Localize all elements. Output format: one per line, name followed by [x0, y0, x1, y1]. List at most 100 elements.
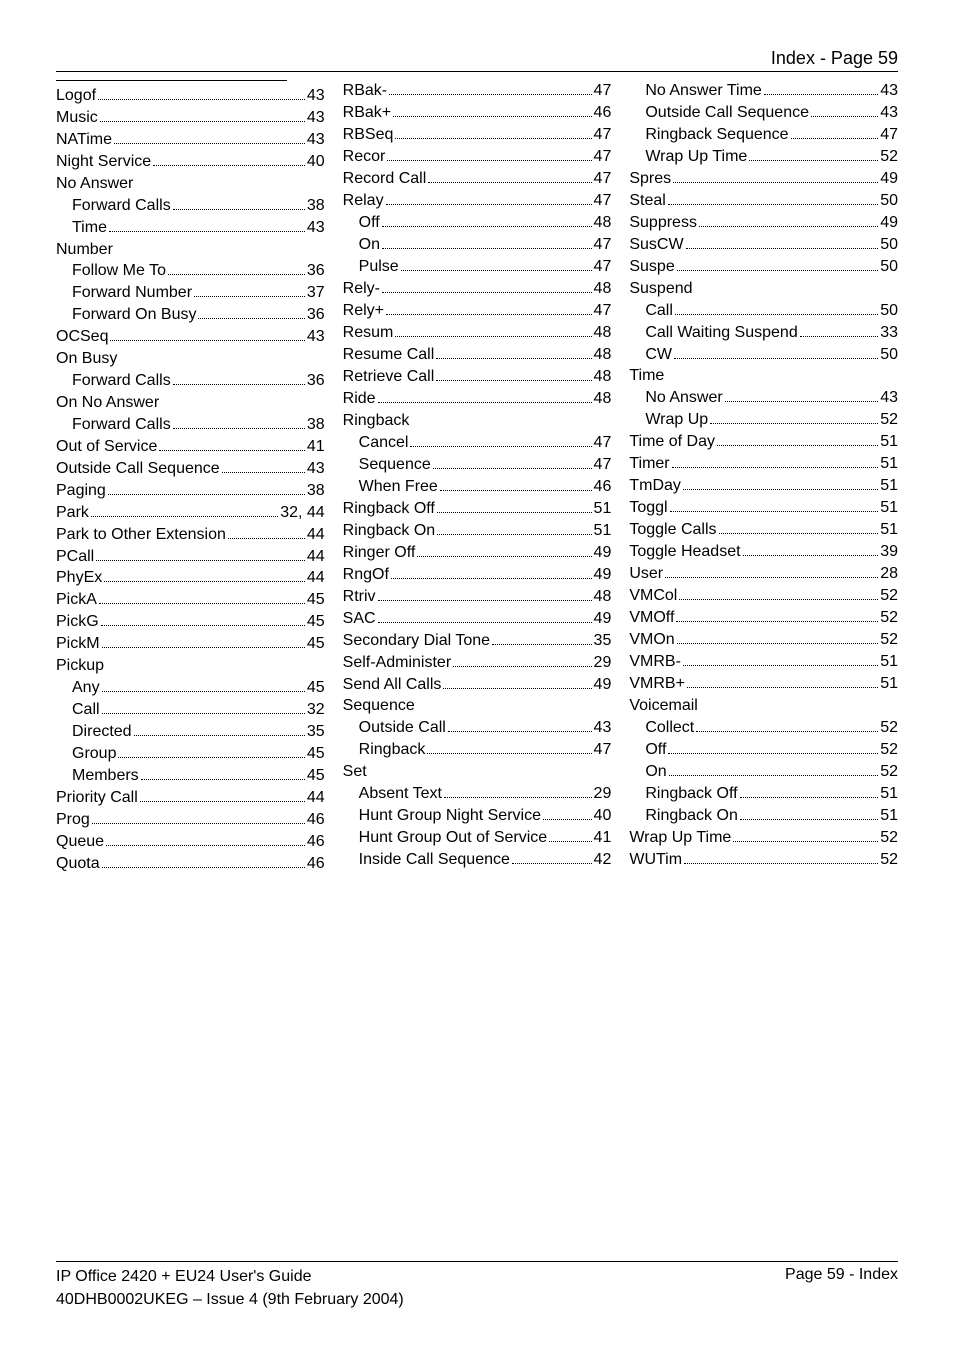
leader-dots	[665, 563, 878, 578]
leader-dots	[173, 370, 305, 385]
index-entry: User28	[629, 563, 898, 585]
leader-dots	[389, 80, 591, 95]
index-entry-label: Ringback	[359, 739, 426, 761]
leader-dots	[222, 457, 305, 472]
index-entry: Absent Text29	[343, 782, 612, 804]
index-entry-label: User	[629, 563, 663, 585]
index-entry-page: 52	[880, 827, 898, 849]
leader-dots	[672, 453, 879, 468]
index-entry: Forward Calls36	[56, 370, 325, 392]
index-entry-page: 51	[880, 453, 898, 475]
index-entry-label: Suppress	[629, 212, 697, 234]
index-entry-label: Off	[359, 212, 380, 234]
index-entry-page: 43	[594, 717, 612, 739]
leader-dots	[393, 102, 591, 117]
index-entry-page: 50	[880, 300, 898, 322]
index-entry: Any45	[56, 677, 325, 699]
index-entry: VMCol52	[629, 585, 898, 607]
index-entry-label: TmDay	[629, 475, 681, 497]
leader-dots	[740, 782, 879, 797]
index-entry-label: OCSeq	[56, 326, 108, 348]
index-entry-page: 51	[594, 498, 612, 520]
index-entry: VMRB+51	[629, 673, 898, 695]
leader-dots	[378, 607, 592, 622]
leader-dots	[98, 85, 305, 100]
index-heading: Voicemail	[629, 695, 898, 717]
index-entry-label: Time	[72, 217, 107, 239]
index-entry-label: Toggle Calls	[629, 519, 716, 541]
index-entry-label: Ringer Off	[343, 542, 416, 564]
index-entry-page: 49	[880, 168, 898, 190]
index-entry: Park to Other Extension44	[56, 523, 325, 545]
index-entry: Retrieve Call48	[343, 366, 612, 388]
index-entry-label: SusCW	[629, 234, 683, 256]
leader-dots	[749, 146, 878, 161]
index-entry: Group45	[56, 743, 325, 765]
index-entry-page: 48	[594, 322, 612, 344]
leader-dots	[436, 366, 591, 381]
index-entry: Forward On Busy36	[56, 304, 325, 326]
index-entry-label: Timer	[629, 453, 669, 475]
index-entry: Forward Number37	[56, 282, 325, 304]
index-entry-page: 45	[307, 743, 325, 765]
leader-dots	[668, 190, 878, 205]
index-entry-label: Ringback Off	[645, 783, 737, 805]
index-entry-page: 52	[880, 585, 898, 607]
index-entry: Suspe50	[629, 256, 898, 278]
index-heading: No Answer	[56, 173, 325, 195]
leader-dots	[134, 721, 305, 736]
leader-dots	[668, 738, 878, 753]
index-entry-label: Time of Day	[629, 431, 715, 453]
index-entry: No Answer Time43	[629, 80, 898, 102]
index-entry: Queue46	[56, 831, 325, 853]
index-entry-label: Any	[72, 677, 100, 699]
leader-dots	[436, 344, 591, 359]
leader-dots	[114, 129, 305, 144]
index-entry: Priority Call44	[56, 787, 325, 809]
index-entry-page: 48	[594, 344, 612, 366]
index-entry-label: Outside Call	[359, 717, 446, 739]
index-entry-page: 48	[594, 278, 612, 300]
index-entry-label: PCall	[56, 546, 94, 568]
leader-dots	[101, 611, 305, 626]
index-heading: Time	[629, 365, 898, 387]
leader-dots	[106, 831, 305, 846]
index-entry: Rtriv48	[343, 585, 612, 607]
index-entry-page: 52	[880, 146, 898, 168]
index-entry-label: PickM	[56, 633, 100, 655]
index-entry-label: WUTim	[629, 849, 682, 871]
leader-dots	[427, 739, 591, 754]
index-entry: Relay47	[343, 190, 612, 212]
index-entry-label: Forward On Busy	[72, 304, 196, 326]
footer-title: IP Office 2420 + EU24 User's Guide	[56, 1266, 404, 1288]
index-entry: Self-Administer29	[343, 651, 612, 673]
index-entry: Secondary Dial Tone35	[343, 629, 612, 651]
index-entry-page: 42	[594, 849, 612, 871]
leader-dots	[699, 212, 878, 227]
index-entry-label: Queue	[56, 831, 104, 853]
index-entry-label: RngOf	[343, 564, 389, 586]
index-entry: Prog46	[56, 809, 325, 831]
index-entry-page: 37	[307, 282, 325, 304]
leader-dots	[444, 782, 592, 797]
index-entry-page: 47	[594, 739, 612, 761]
index-entry: PickA45	[56, 589, 325, 611]
leader-dots	[140, 787, 305, 802]
index-entry-label: Forward Calls	[72, 370, 171, 392]
index-entry-label: VMOn	[629, 629, 674, 651]
leader-dots	[677, 629, 879, 644]
leader-dots	[800, 321, 879, 336]
index-heading: Pickup	[56, 655, 325, 677]
index-entry-label: RBak-	[343, 80, 387, 102]
page: Index - Page 59 Logof43Music43NATime43Ni…	[0, 0, 954, 1351]
index-heading: On Busy	[56, 348, 325, 370]
index-entry: Cancel47	[343, 431, 612, 453]
leader-dots	[717, 431, 878, 446]
index-entry-page: 51	[594, 520, 612, 542]
index-entry-page: 43	[307, 129, 325, 151]
leader-dots	[173, 413, 305, 428]
index-entry-label: Out of Service	[56, 436, 157, 458]
index-entry-page: 47	[594, 124, 612, 146]
leader-dots	[669, 760, 879, 775]
index-entry-label: Quota	[56, 853, 100, 875]
